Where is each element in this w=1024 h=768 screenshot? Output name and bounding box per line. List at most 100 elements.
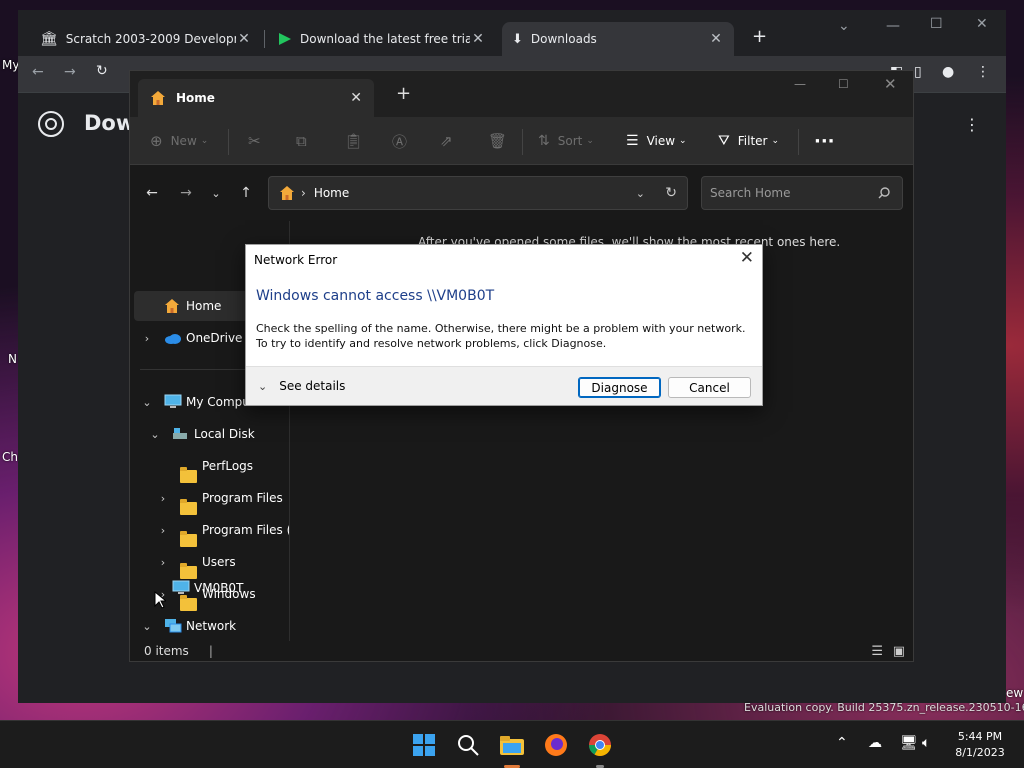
chevron-right-icon[interactable]: ›: [156, 556, 170, 569]
recent-locations-button[interactable]: ⌄: [202, 165, 230, 221]
close-icon[interactable]: ✕: [350, 90, 362, 106]
chevron-down-icon[interactable]: ⌄: [140, 396, 154, 409]
chrome-tab-downloads[interactable]: ⬇ Downloads ✕: [502, 22, 734, 56]
computer-icon: [172, 580, 190, 594]
sidebar-item-network[interactable]: ⌄ Network: [134, 611, 284, 641]
folder-icon: [180, 498, 197, 515]
chrome-logo-icon: [38, 111, 64, 137]
taskbar: ⌃ ☁ 🖥︎ 🔈︎ 5:44 PM 8/1/2023: [0, 720, 1024, 768]
clock[interactable]: 5:44 PM 8/1/2023: [950, 729, 1010, 761]
sidebar-item-label: OneDrive: [186, 331, 243, 345]
view-button[interactable]: ☰ View ⌄: [626, 117, 687, 165]
more-options-button[interactable]: ···: [814, 117, 835, 165]
sidepanel-icon[interactable]: ▯: [914, 64, 922, 80]
volume-icon[interactable]: 🔈︎: [922, 735, 930, 751]
file-explorer-taskbar-button[interactable]: [498, 731, 526, 759]
chevron-down-icon[interactable]: ⌄: [148, 428, 162, 441]
search-input[interactable]: Search Home: [701, 176, 903, 210]
view-list-icon: ☰: [626, 133, 639, 149]
share-button[interactable]: ⇗: [440, 117, 453, 165]
dialog-close-button[interactable]: ✕: [740, 248, 754, 268]
drive-icon: [173, 428, 187, 439]
chevron-down-icon[interactable]: ⌄: [838, 18, 850, 34]
close-icon[interactable]: ✕: [976, 16, 988, 32]
sidebar-item-label: PerfLogs: [202, 459, 254, 473]
share-icon: ⇗: [440, 132, 453, 150]
close-icon[interactable]: ✕: [708, 31, 724, 47]
explorer-tab-home[interactable]: Home ✕: [138, 79, 374, 117]
network-tray-icon[interactable]: 🖥︎: [900, 735, 918, 751]
chrome-tab-scratch[interactable]: 🏛 Scratch 2003-2009 Development ✕: [30, 22, 262, 56]
forward-icon[interactable]: →: [64, 64, 76, 80]
forward-button[interactable]: →: [172, 165, 200, 221]
breadcrumb-home[interactable]: Home: [314, 186, 349, 200]
delete-button[interactable]: 🗑︎: [488, 117, 507, 165]
clock-time: 5:44 PM: [957, 730, 1003, 743]
sidebar-item-label: Local Disk: [194, 427, 255, 441]
reload-icon[interactable]: ↻: [96, 63, 108, 79]
start-button[interactable]: [410, 731, 438, 759]
maximize-icon[interactable]: ☐: [930, 16, 943, 32]
minimize-icon[interactable]: —: [794, 77, 806, 91]
chrome-tab-title: Download the latest free trial ve: [300, 32, 470, 46]
back-icon[interactable]: ←: [32, 64, 44, 80]
minimize-icon[interactable]: —: [886, 18, 900, 34]
filter-button[interactable]: ⛛ Filter ⌄: [718, 117, 779, 165]
institution-icon: 🏛: [40, 31, 58, 47]
back-button[interactable]: ←: [138, 165, 166, 221]
close-icon[interactable]: ✕: [236, 31, 252, 47]
diagnose-button[interactable]: Diagnose: [578, 377, 661, 398]
breadcrumb-chevron-icon: ›: [301, 186, 306, 200]
address-bar[interactable]: › Home ⌄ ↻: [268, 176, 688, 210]
desktop-label-ch: Ch: [2, 450, 18, 464]
see-details-label: See details: [279, 379, 346, 393]
profile-icon[interactable]: ●: [942, 64, 954, 80]
refresh-icon[interactable]: ↻: [665, 185, 677, 201]
details-view-icon[interactable]: ☰: [871, 644, 883, 659]
sidebar-item-local-disk[interactable]: ⌄ Local Disk: [134, 419, 284, 449]
chrome-tab-download-trial[interactable]: Download the latest free trial ve ✕: [268, 22, 496, 56]
rename-button[interactable]: Ⓐ: [392, 117, 407, 165]
downloads-menu-icon[interactable]: ⋮: [964, 115, 980, 134]
chevron-down-icon[interactable]: ⌄: [636, 187, 645, 200]
home-icon: [165, 299, 179, 313]
paste-button[interactable]: 📋︎: [344, 117, 363, 165]
folder-icon: [180, 530, 197, 547]
see-details-toggle[interactable]: ⌄ See details: [258, 379, 345, 393]
sidebar-item-perflogs[interactable]: PerfLogs: [134, 451, 284, 483]
chevron-down-icon[interactable]: ⌄: [140, 620, 154, 633]
chevron-right-icon[interactable]: ›: [156, 492, 170, 505]
command-separator: [798, 129, 799, 155]
chevron-right-icon[interactable]: ›: [140, 332, 154, 345]
evaluation-watermark: Evaluation copy. Build 25375.zn_release.…: [744, 701, 1024, 714]
tiles-view-icon[interactable]: ▣: [893, 644, 905, 659]
close-icon[interactable]: ✕: [470, 31, 486, 47]
search-button[interactable]: [454, 731, 482, 759]
onedrive-tray-icon[interactable]: ☁: [868, 735, 882, 751]
new-tab-button[interactable]: +: [752, 26, 767, 47]
sidebar-item-label: Network: [186, 619, 237, 633]
up-button[interactable]: ↑: [232, 165, 260, 221]
page-heading: Dow: [84, 111, 136, 135]
search-icon: [458, 735, 479, 756]
close-icon[interactable]: ✕: [884, 75, 897, 93]
chevron-right-icon[interactable]: ›: [156, 524, 170, 537]
copy-button[interactable]: ⧉: [296, 117, 307, 165]
copy-icon: ⧉: [296, 132, 307, 150]
desktop-label-my: My: [2, 58, 20, 72]
cancel-button[interactable]: Cancel: [668, 377, 751, 398]
tray-overflow-chevron-icon[interactable]: ⌃: [836, 735, 848, 751]
sidebar-item-program-files-x86[interactable]: › Program Files (x: [134, 515, 289, 547]
new-button[interactable]: ⊕ New ⌄: [150, 117, 208, 165]
sidebar-item-label: Home: [186, 299, 222, 313]
chrome-tab-title: Scratch 2003-2009 Development: [65, 32, 236, 46]
firefox-taskbar-button[interactable]: [542, 731, 570, 759]
chrome-taskbar-button[interactable]: [586, 731, 614, 759]
sidebar-item-program-files[interactable]: › Program Files: [134, 483, 284, 515]
new-tab-button[interactable]: +: [396, 83, 411, 104]
sort-button[interactable]: ⇅ Sort ⌄: [538, 117, 594, 165]
cut-button[interactable]: ✂: [248, 117, 261, 165]
menu-icon[interactable]: ⋮: [976, 64, 990, 80]
mouse-cursor-icon: [154, 591, 166, 609]
maximize-icon[interactable]: ☐: [838, 77, 849, 91]
